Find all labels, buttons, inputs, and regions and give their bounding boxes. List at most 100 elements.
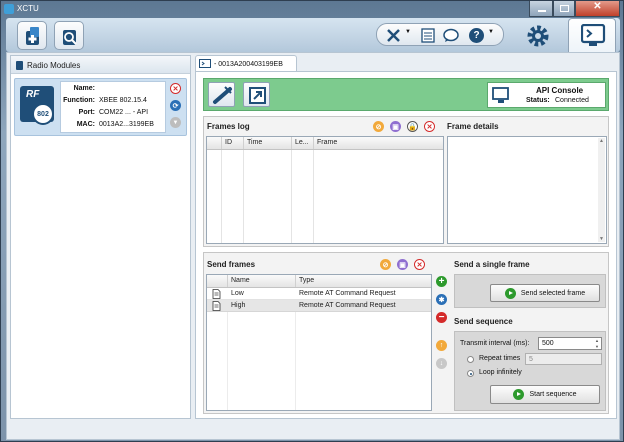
- send-frames-title: Send frames: [207, 260, 256, 269]
- frames-log-table[interactable]: ID Time Le... Frame: [206, 136, 444, 244]
- tools-icon[interactable]: [386, 28, 402, 43]
- frame-details-box[interactable]: ▲ ▼: [447, 136, 607, 244]
- send-frames-table[interactable]: Name Type Low Remote AT Command Request: [206, 274, 432, 411]
- close-icon[interactable]: ✕: [424, 121, 435, 132]
- move-down-icon[interactable]: ↓: [436, 358, 447, 369]
- app-logo-icon: [4, 4, 14, 14]
- loop-radio[interactable]: [467, 370, 474, 377]
- col-name: Name: [231, 277, 250, 284]
- module-name-label: Name:: [73, 85, 95, 92]
- tab-console[interactable]: - 0013A200403199EB: [195, 55, 297, 72]
- table-row[interactable]: High Remote AT Command Request: [207, 300, 431, 312]
- app-window: XCTU ✕ ▼ ? ▼ Radio Modules RF 802 Name: …: [0, 0, 624, 442]
- play-icon: [513, 389, 525, 400]
- main-toolbar: ▼ ? ▼: [6, 18, 620, 52]
- chevron-down-icon[interactable]: ▼: [488, 29, 494, 35]
- single-frame-title: Send a single frame: [454, 260, 530, 269]
- minimize-button[interactable]: [529, 1, 553, 17]
- tools-group: ▼ ? ▼: [376, 23, 504, 46]
- minimize-icon: [538, 10, 546, 12]
- frame-name: Low: [231, 290, 244, 297]
- maximize-button[interactable]: [553, 1, 575, 17]
- collapse-icon[interactable]: ▼: [170, 117, 181, 128]
- col-type: Type: [299, 277, 315, 284]
- radio-module-item[interactable]: RF 802 Name: Function: XBEE 802.15.4 Port…: [14, 78, 187, 136]
- send-selected-frame-label: Send selected frame: [520, 289, 586, 297]
- radio-modules-icon: [16, 61, 23, 70]
- remove-module-icon[interactable]: ✕: [170, 83, 181, 94]
- move-up-icon[interactable]: ↑: [436, 340, 447, 351]
- add-frame-icon[interactable]: +: [436, 276, 447, 287]
- loop-label: Loop infinitely: [479, 369, 522, 376]
- module-port-value: COM22 ... - API: [99, 109, 149, 116]
- close-icon: ✕: [593, 1, 602, 12]
- module-port-label: Port:: [78, 109, 95, 116]
- detach-button[interactable]: [243, 82, 270, 107]
- start-sequence-button[interactable]: Start sequence: [490, 385, 600, 404]
- chevron-down-icon[interactable]: ▼: [595, 344, 599, 349]
- console-tab-icon: [199, 59, 211, 68]
- radio-modules-title: Radio Modules: [27, 61, 81, 70]
- interval-input[interactable]: 500 ▲ ▼: [538, 337, 602, 350]
- discover-devices-button[interactable]: [54, 21, 84, 50]
- frame-details-title: Frame details: [447, 122, 499, 131]
- window-title: XCTU: [17, 4, 39, 13]
- repeat-input[interactable]: 5: [525, 353, 602, 365]
- details-scrollbar[interactable]: ▲ ▼: [598, 138, 605, 242]
- start-sequence-label: Start sequence: [529, 391, 577, 398]
- module-mac-label: MAC:: [76, 121, 95, 128]
- close-window-button[interactable]: ✕: [575, 1, 620, 17]
- remove-frame-icon[interactable]: −: [436, 312, 447, 323]
- chevron-up-icon[interactable]: ▲: [595, 338, 599, 343]
- configuration-icon[interactable]: [421, 28, 435, 43]
- gear-icon[interactable]: [525, 23, 551, 49]
- chevron-down-icon[interactable]: ▼: [405, 29, 411, 35]
- module-settings-icon[interactable]: ⟳: [170, 100, 181, 111]
- repeat-radio[interactable]: [467, 356, 474, 363]
- frames-log-header: ID Time Le... Frame: [207, 137, 443, 150]
- console-action-bar: API Console Status: Connected: [203, 78, 609, 111]
- xbee-module-icon: RF 802: [18, 86, 56, 128]
- help-icon[interactable]: ?: [469, 28, 484, 43]
- content-area: Radio Modules RF 802 Name: Function: XBEE…: [6, 52, 620, 440]
- table-row[interactable]: Low Remote AT Command Request: [207, 288, 431, 300]
- maximize-icon: [560, 5, 569, 12]
- clear-frames-icon[interactable]: ⊘: [380, 259, 391, 270]
- plug-icon: [213, 86, 232, 104]
- edit-frame-icon[interactable]: ✱: [436, 294, 447, 305]
- repeat-value: 5: [529, 356, 533, 363]
- frame-type: Remote AT Command Request: [299, 302, 396, 309]
- send-selected-frame-button[interactable]: Send selected frame: [490, 284, 600, 302]
- col-id: ID: [225, 139, 232, 146]
- feedback-icon[interactable]: [443, 28, 460, 43]
- close-icon[interactable]: ✕: [414, 259, 425, 270]
- repeat-label: Repeat times: [479, 355, 521, 362]
- module-function-label: Function:: [63, 97, 95, 104]
- api-console-status: API Console Status: Connected: [487, 82, 606, 108]
- console-mode-button[interactable]: [568, 18, 616, 52]
- connect-button[interactable]: [208, 82, 235, 107]
- interval-value: 500: [542, 340, 554, 347]
- col-length: Le...: [295, 139, 309, 146]
- radio-modules-header: Radio Modules: [11, 56, 190, 74]
- status-label: Status:: [526, 97, 550, 104]
- module-info-box: Name: Function: XBEE 802.15.4 Port: COM22 …: [60, 81, 166, 133]
- lock-log-icon[interactable]: 🔒: [407, 121, 418, 132]
- module-badge-text: RF: [26, 89, 40, 100]
- save-log-icon[interactable]: ▣: [390, 121, 401, 132]
- save-frames-icon[interactable]: ▣: [397, 259, 408, 270]
- interval-label: Transmit interval (ms):: [460, 340, 530, 347]
- status-value: Connected: [555, 97, 589, 104]
- console-workspace: API Console Status: Connected Frames log…: [195, 71, 617, 419]
- module-function-value: XBEE 802.15.4: [99, 97, 147, 104]
- add-device-button[interactable]: [17, 21, 47, 50]
- single-frame-box: Send selected frame: [454, 274, 606, 308]
- frame-type: Remote AT Command Request: [299, 290, 396, 297]
- clear-log-icon[interactable]: ⊘: [373, 121, 384, 132]
- frame-file-icon: [212, 301, 221, 311]
- frames-log-panel: Frames log ⊘ ▣ 🔒 ✕ Frame details ID Time…: [203, 116, 609, 247]
- module-mac-value: 0013A2...3199EB: [99, 121, 154, 128]
- discover-devices-icon: [63, 30, 77, 45]
- frame-file-icon: [212, 289, 221, 299]
- frames-log-title: Frames log: [207, 122, 250, 131]
